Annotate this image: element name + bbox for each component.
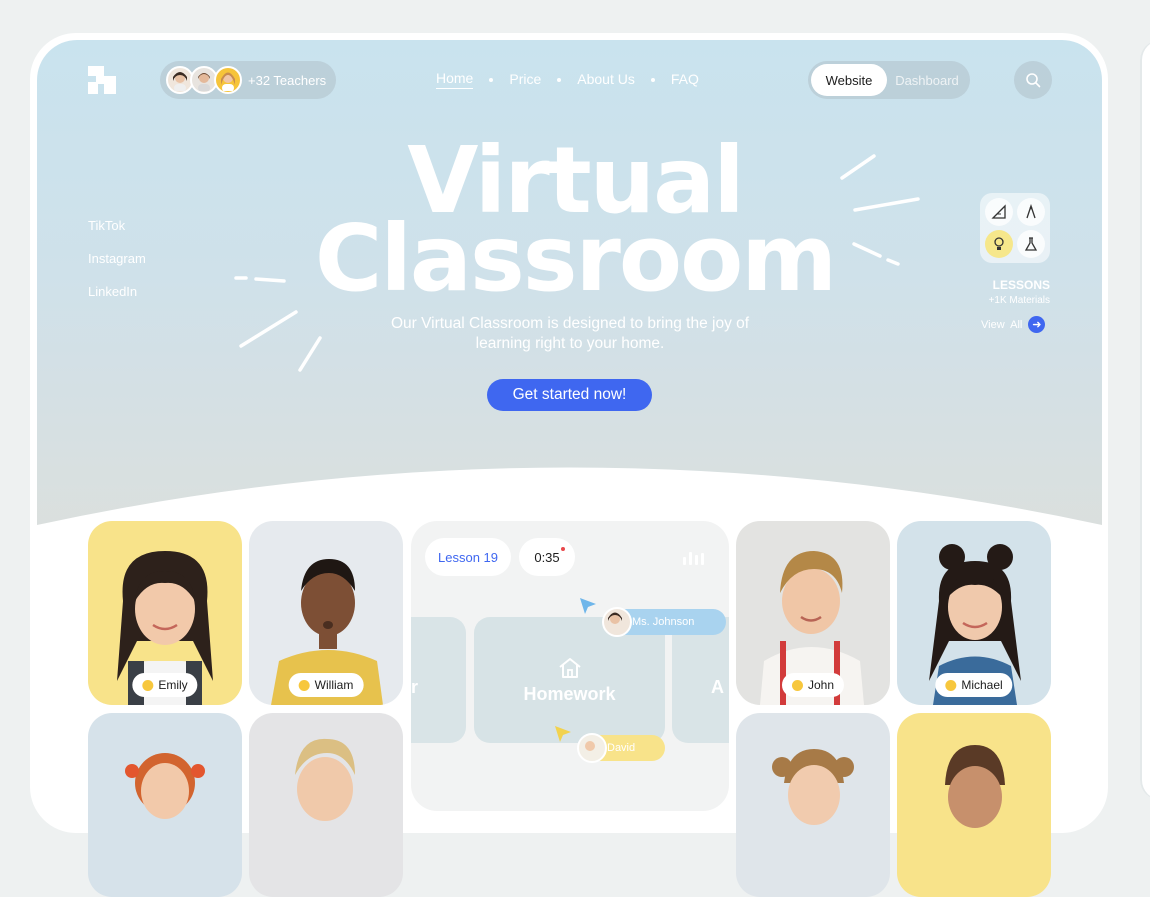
student-card[interactable] bbox=[736, 713, 890, 897]
student-name-pill: Emily bbox=[132, 673, 198, 697]
slide-previous[interactable] bbox=[411, 617, 466, 743]
student-card[interactable] bbox=[88, 713, 242, 897]
hero-subtitle: Our Virtual Classroom is designed to bri… bbox=[390, 315, 750, 352]
student-card[interactable] bbox=[249, 713, 403, 897]
cursor-icon bbox=[555, 726, 571, 742]
student-card-emily[interactable]: Emily bbox=[88, 521, 242, 705]
lessons-icon-grid[interactable] bbox=[980, 193, 1050, 263]
recording-dot-icon bbox=[561, 547, 565, 551]
nav-home[interactable]: Home bbox=[436, 70, 474, 89]
student-photo bbox=[945, 745, 1005, 828]
timer-value: 0:35 bbox=[534, 549, 560, 565]
lightbulb-icon bbox=[985, 230, 1013, 258]
teacher-cursor-pill: Ms. Johnson bbox=[602, 607, 726, 637]
student-name-pill: Michael bbox=[935, 673, 1013, 697]
student-name-pill: William bbox=[288, 673, 364, 697]
student-avatar bbox=[577, 733, 607, 763]
view-toggle: Website Dashboard bbox=[808, 61, 970, 99]
nav-separator bbox=[650, 77, 655, 82]
lessons-label: LESSONS bbox=[992, 278, 1050, 292]
search-icon bbox=[1026, 73, 1041, 88]
nav-separator bbox=[489, 77, 494, 82]
slide-previous-letter: r bbox=[411, 677, 419, 697]
teacher-name: Ms. Johnson bbox=[632, 616, 695, 628]
cursor-icon bbox=[580, 598, 596, 614]
nav-faq[interactable]: FAQ bbox=[671, 71, 699, 89]
nav-separator bbox=[557, 77, 562, 82]
student-card-john[interactable]: John bbox=[736, 521, 890, 705]
home-icon bbox=[558, 657, 581, 678]
slide-next-letter: A bbox=[711, 677, 724, 697]
arrow-right-icon: ➜ bbox=[1028, 316, 1046, 333]
nav-about-us[interactable]: About Us bbox=[577, 71, 635, 89]
flask-icon bbox=[1017, 230, 1045, 258]
student-card[interactable] bbox=[897, 713, 1051, 897]
emoji-icon bbox=[298, 679, 310, 691]
slide-title: Homework bbox=[523, 683, 616, 704]
brand-logo[interactable] bbox=[88, 66, 118, 96]
bar-chart-icon[interactable] bbox=[683, 549, 709, 565]
get-started-button[interactable]: Get started now! bbox=[487, 379, 652, 411]
student-photo bbox=[772, 749, 854, 825]
student-name: Emily bbox=[158, 678, 188, 692]
student-name: Michael bbox=[961, 678, 1003, 692]
teachers-pill[interactable]: +32 Teachers bbox=[160, 61, 336, 99]
compass-icon bbox=[1017, 198, 1045, 226]
teachers-count: +32 Teachers bbox=[248, 72, 327, 88]
nav-price[interactable]: Price bbox=[509, 71, 541, 89]
student-photo bbox=[295, 738, 355, 821]
geometry-icon bbox=[985, 198, 1013, 226]
student-cursor-pill: David bbox=[577, 733, 665, 763]
lesson-panel: Lesson 19 0:35 r Homework A Ms. Johnson bbox=[411, 521, 729, 811]
teacher-avatar bbox=[602, 607, 632, 637]
emoji-icon bbox=[791, 679, 803, 691]
student-card-michael[interactable]: Michael bbox=[897, 521, 1051, 705]
lesson-timer: 0:35 bbox=[519, 538, 575, 576]
main-nav: Home Price About Us FAQ bbox=[436, 70, 699, 89]
student-name: William bbox=[314, 678, 354, 692]
toggle-website[interactable]: Website bbox=[811, 64, 887, 96]
student-name: David bbox=[607, 742, 636, 754]
student-photo bbox=[125, 753, 205, 819]
emoji-icon bbox=[142, 679, 154, 691]
student-name-pill: John bbox=[781, 673, 845, 697]
student-name: John bbox=[807, 678, 835, 692]
search-button[interactable] bbox=[1014, 61, 1052, 99]
teacher-avatar bbox=[214, 66, 242, 94]
lesson-number-pill[interactable]: Lesson 19 bbox=[425, 538, 511, 576]
view-all-label: View All bbox=[981, 318, 1023, 331]
toggle-dashboard[interactable]: Dashboard bbox=[887, 73, 967, 88]
view-all-link[interactable]: View All ➜ bbox=[981, 316, 1046, 333]
lessons-materials: +1K Materials bbox=[988, 295, 1050, 306]
emoji-icon bbox=[945, 679, 957, 691]
student-card-william[interactable]: William bbox=[249, 521, 403, 705]
